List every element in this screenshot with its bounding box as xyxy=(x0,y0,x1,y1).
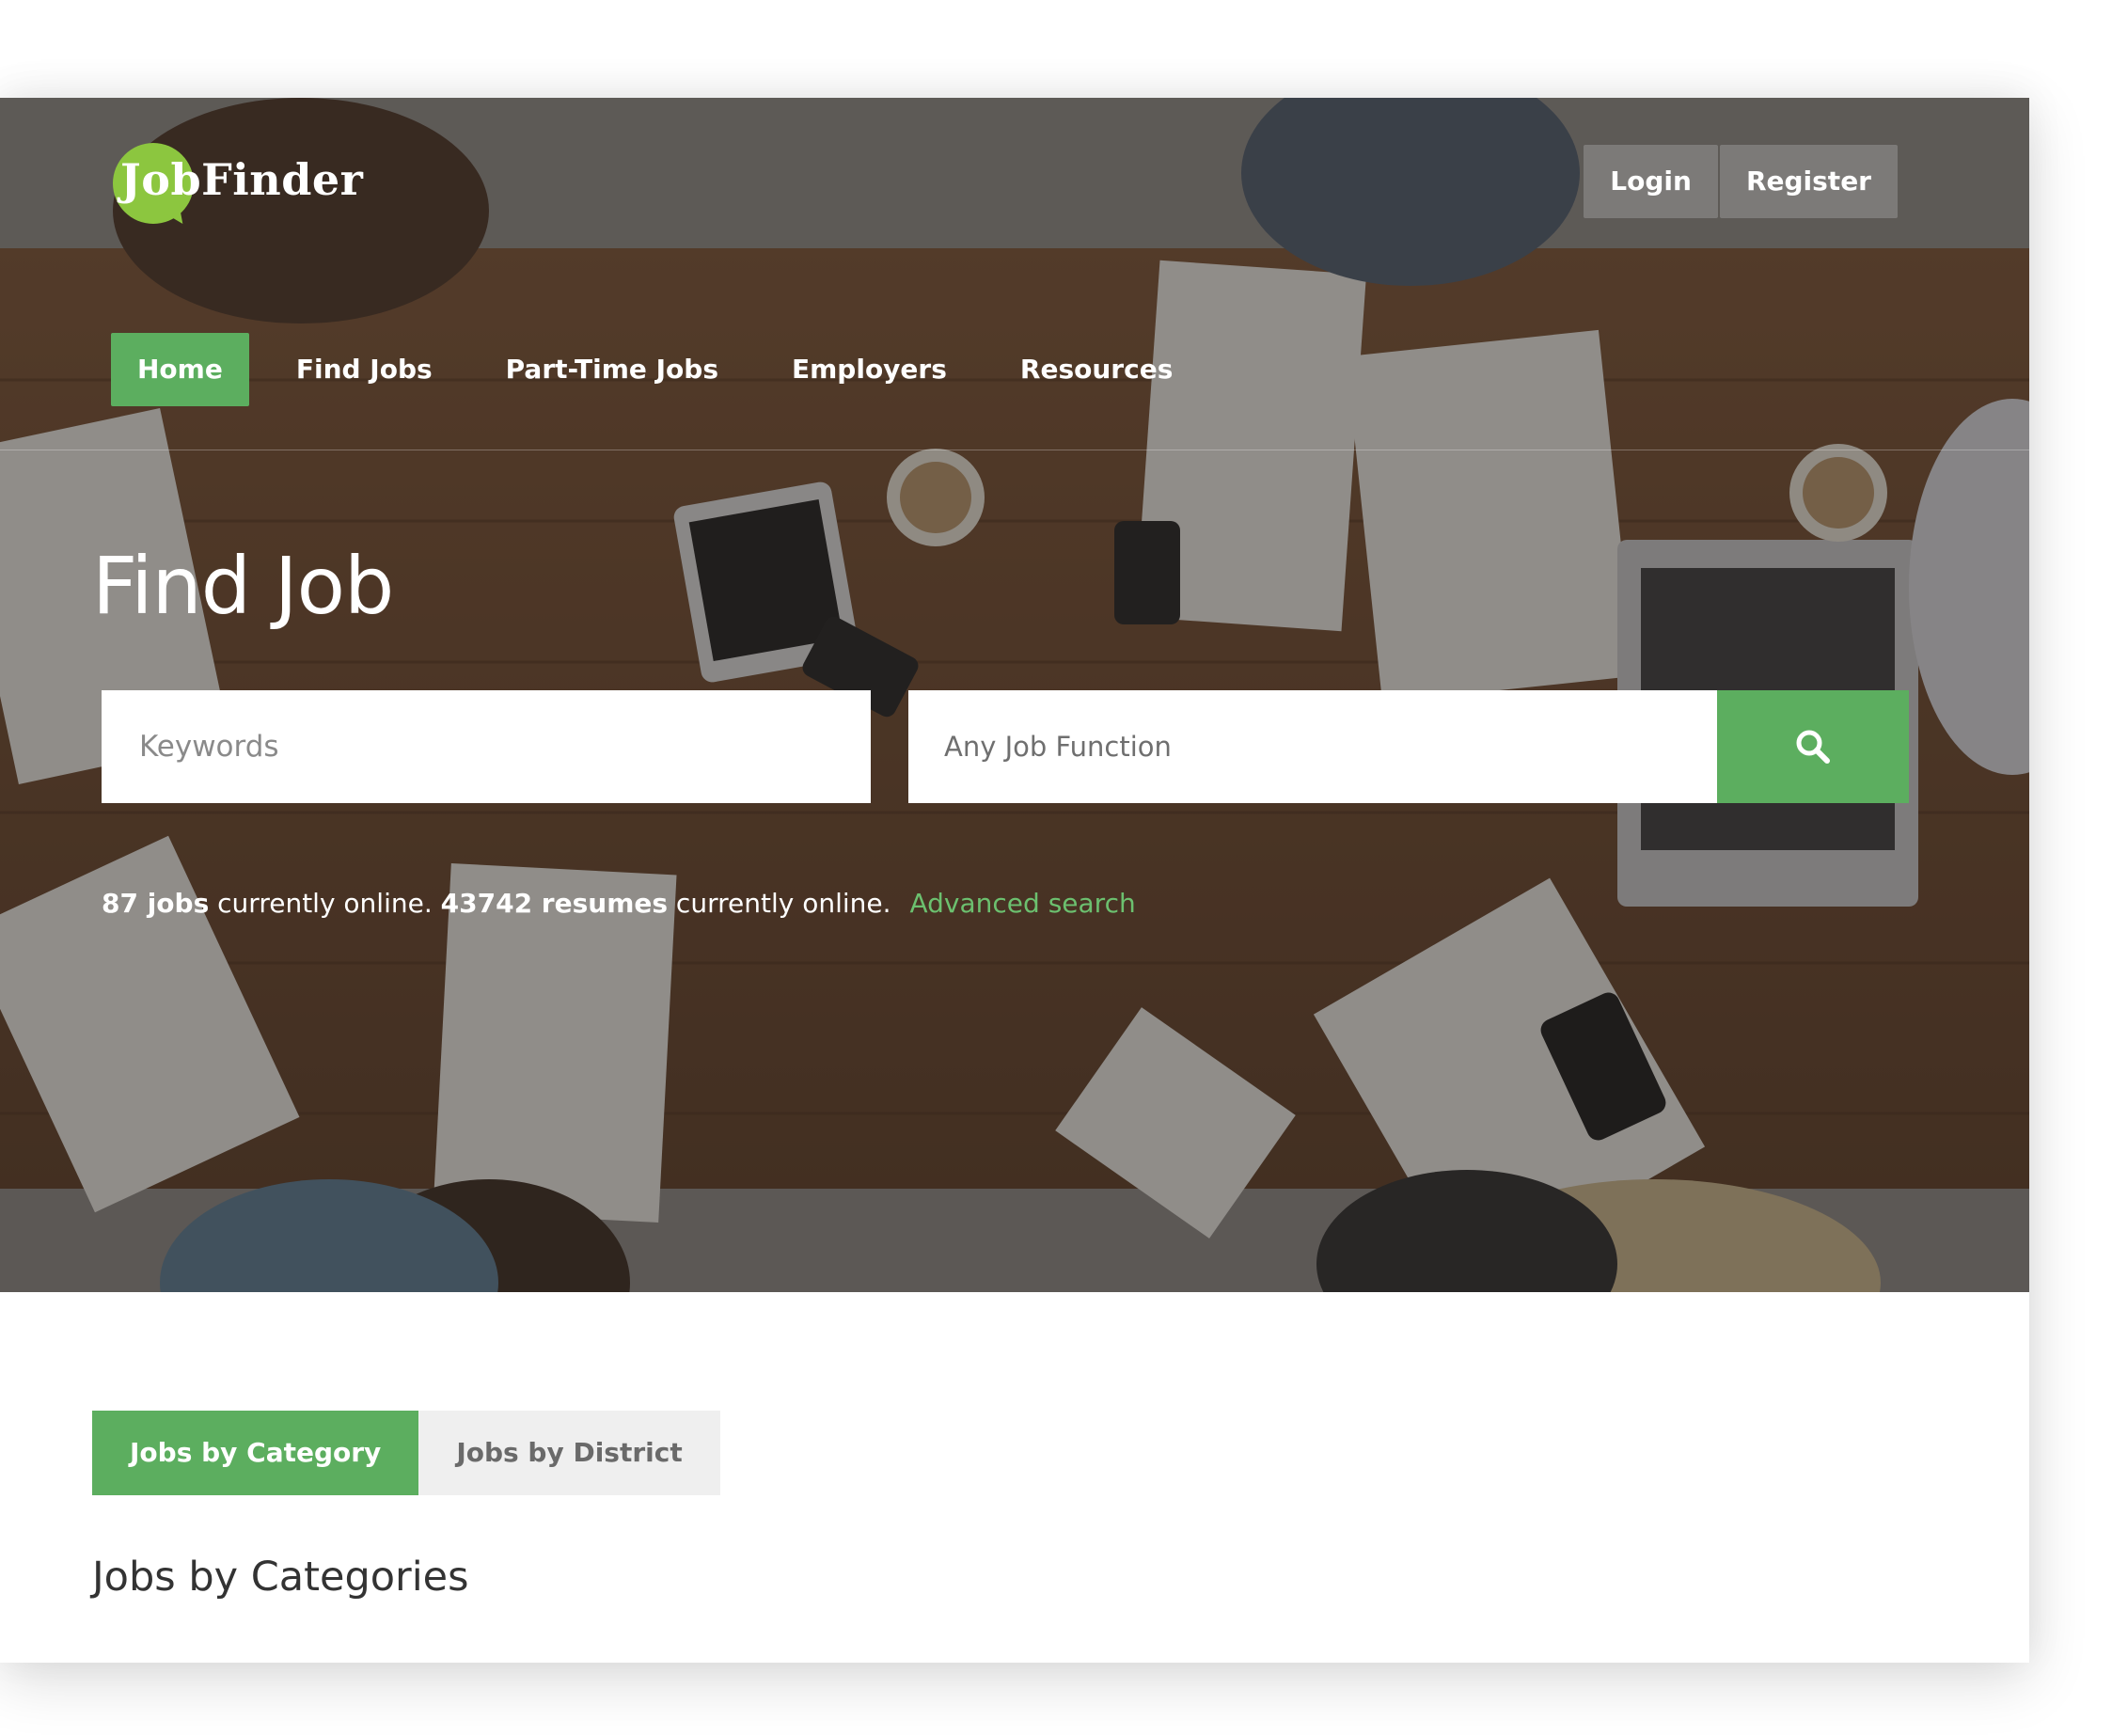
site-stats: 87 jobs currently online. 43742 resumes … xyxy=(102,888,1136,919)
main-nav: Home Find Jobs Part-Time Jobs Employers … xyxy=(111,333,1220,406)
register-button[interactable]: Register xyxy=(1719,145,1898,218)
tab-jobs-by-category[interactable]: Jobs by Category xyxy=(92,1411,419,1495)
job-function-select[interactable]: Any Job Function xyxy=(908,690,1717,803)
auth-buttons: Login Register xyxy=(1584,145,1898,218)
nav-item-part-time-jobs[interactable]: Part-Time Jobs xyxy=(480,333,745,406)
nav-item-employers[interactable]: Employers xyxy=(765,333,973,406)
search-icon xyxy=(1796,730,1830,764)
nav-item-find-jobs[interactable]: Find Jobs xyxy=(270,333,459,406)
resumes-suffix: currently online. xyxy=(668,888,891,919)
nav-item-home[interactable]: Home xyxy=(111,333,249,406)
advanced-search-link[interactable]: Advanced search xyxy=(910,888,1136,919)
hero-title: Find Job xyxy=(92,540,394,632)
jobs-count: 87 jobs xyxy=(102,888,210,919)
keywords-input[interactable] xyxy=(102,690,871,803)
logo-text: JobFinder xyxy=(120,154,364,205)
job-search-form: Any Job Function xyxy=(102,690,1911,803)
nav-item-resources[interactable]: Resources xyxy=(994,333,1199,406)
tab-jobs-by-district[interactable]: Jobs by District xyxy=(418,1411,720,1495)
hero-section: JobFinder Login Register Home Find Jobs … xyxy=(0,98,2029,1292)
site-header: JobFinder Login Register xyxy=(0,98,2029,250)
login-button[interactable]: Login xyxy=(1584,145,1718,218)
jobs-suffix: currently online. xyxy=(209,888,441,919)
search-button[interactable] xyxy=(1717,690,1909,803)
page-card: JobFinder Login Register Home Find Jobs … xyxy=(0,98,2029,1663)
jobs-tabs: Jobs by Category Jobs by District xyxy=(92,1411,720,1495)
section-title: Jobs by Categories xyxy=(92,1554,469,1601)
resumes-count: 43742 resumes xyxy=(440,888,669,919)
jobfinder-logo[interactable]: JobFinder xyxy=(113,143,363,229)
